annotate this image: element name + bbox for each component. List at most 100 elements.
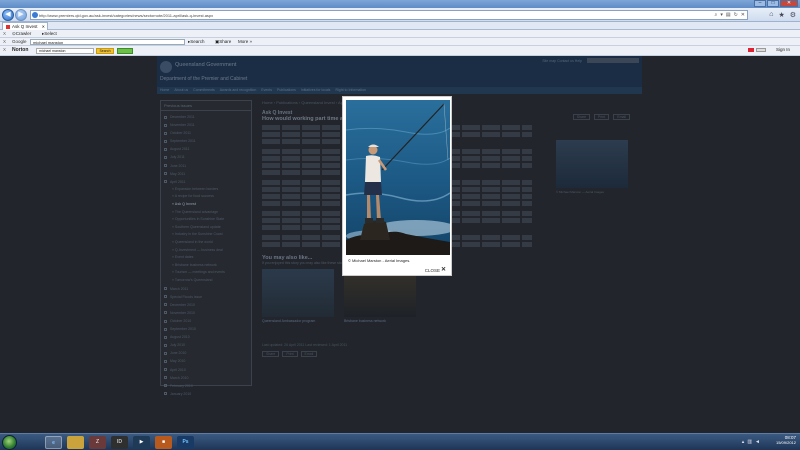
expand-icon[interactable] bbox=[164, 164, 167, 168]
related-thumbnail[interactable] bbox=[344, 269, 416, 317]
sidebar-item[interactable]: June 2011 bbox=[164, 162, 248, 170]
nav-item[interactable]: About us bbox=[174, 87, 188, 94]
expand-icon[interactable] bbox=[164, 376, 167, 380]
sign-in-button[interactable]: Sign In bbox=[776, 47, 790, 52]
expand-icon[interactable] bbox=[164, 303, 167, 307]
dropdown-icon[interactable]: ▾ bbox=[720, 12, 723, 18]
sidebar-item[interactable]: » Tomorrow's Queensland bbox=[164, 277, 248, 285]
nav-item[interactable]: Publications bbox=[277, 87, 296, 94]
share-button-bottom[interactable]: Share bbox=[262, 351, 280, 357]
home-icon[interactable]: ⌂ bbox=[769, 11, 773, 19]
photoshop-icon[interactable]: Ps bbox=[177, 436, 194, 449]
sidebar-item[interactable]: November 2010 bbox=[164, 309, 248, 317]
sidebar-item[interactable]: December 2010 bbox=[164, 301, 248, 309]
expand-icon[interactable] bbox=[164, 311, 167, 315]
sidebar-item[interactable]: Special Floods issue bbox=[164, 293, 248, 301]
sidebar-item[interactable]: July 2011 bbox=[164, 153, 248, 161]
gear-icon[interactable]: ⚙ bbox=[790, 11, 796, 19]
sidebar-item[interactable]: » Ask Q Invest bbox=[164, 201, 248, 209]
minimize-button[interactable]: – bbox=[754, 0, 766, 7]
sidebar-item[interactable]: » Q-Investment — business deal bbox=[164, 247, 248, 255]
google-search-input[interactable]: michael manston bbox=[30, 39, 185, 45]
sidebar-item[interactable]: October 2011 bbox=[164, 129, 248, 137]
browser-tab[interactable]: Ask Q Invest ✕ bbox=[2, 22, 48, 30]
expand-icon[interactable] bbox=[164, 123, 167, 127]
nav-item[interactable]: Commitments bbox=[193, 87, 215, 94]
address-bar[interactable]: http://www.premiers.qld.gov.au/ask-inves… bbox=[30, 10, 748, 20]
share-tool-button[interactable]: Share bbox=[572, 114, 591, 120]
sidebar-item[interactable]: » Brisbane business network bbox=[164, 262, 248, 270]
search-icon[interactable]: ⌕ bbox=[715, 12, 718, 18]
expand-icon[interactable] bbox=[164, 172, 167, 176]
favorites-icon[interactable]: ★ bbox=[778, 11, 784, 19]
expand-icon[interactable] bbox=[164, 351, 167, 355]
address-url[interactable]: http://www.premiers.qld.gov.au/ask-inves… bbox=[39, 13, 213, 18]
maximize-button[interactable]: □ bbox=[767, 0, 779, 7]
norton-toggle[interactable] bbox=[756, 48, 766, 52]
nav-item[interactable]: Initiatives for locals bbox=[301, 87, 331, 94]
sidebar-item[interactable]: August 2011 bbox=[164, 145, 248, 153]
email-tool-button[interactable]: Email bbox=[613, 114, 630, 120]
expand-icon[interactable] bbox=[164, 295, 167, 299]
norton-alert-icon[interactable] bbox=[748, 48, 754, 52]
stop-icon[interactable]: ✕ bbox=[741, 12, 745, 18]
sidebar-item[interactable]: January 2010 bbox=[164, 390, 248, 398]
related-caption[interactable]: Brisbane business network bbox=[344, 319, 416, 323]
sidebar-item[interactable]: » Industry in the Sunshine Coast bbox=[164, 231, 248, 239]
show-hidden-icon[interactable]: ▴ bbox=[742, 439, 745, 445]
sidebar-item[interactable]: February 2010 bbox=[164, 382, 248, 390]
sidebar-item[interactable]: March 2011 bbox=[164, 285, 248, 293]
close-toolbar-icon[interactable]: X bbox=[3, 39, 6, 44]
volume-icon[interactable]: ◄ bbox=[755, 439, 760, 445]
expand-icon[interactable] bbox=[164, 343, 167, 347]
nav-item[interactable]: Right to Information bbox=[335, 87, 366, 94]
nav-item[interactable]: Awards and recognition bbox=[220, 87, 257, 94]
article-photo[interactable] bbox=[556, 140, 628, 188]
sidebar-item[interactable]: » Opportunities in Sunshine State bbox=[164, 216, 248, 224]
norton-search-button[interactable]: Search bbox=[96, 48, 114, 54]
forward-icon[interactable]: ▶ bbox=[15, 9, 27, 21]
close-tab-icon[interactable]: ✕ bbox=[42, 24, 45, 29]
sidebar-item[interactable]: October 2010 bbox=[164, 317, 248, 325]
sidebar-item[interactable]: May 2011 bbox=[164, 170, 248, 178]
refresh-icon[interactable]: ↻ bbox=[734, 12, 738, 18]
zotero-icon[interactable]: Z bbox=[89, 436, 106, 449]
compatibility-icon[interactable]: ▤ bbox=[726, 12, 731, 18]
google-search-button[interactable]: ▸Search bbox=[188, 39, 205, 45]
sidebar-item[interactable]: » Expansion between borders bbox=[164, 186, 248, 194]
sidebar-item[interactable]: September 2010 bbox=[164, 325, 248, 333]
expand-icon[interactable] bbox=[164, 180, 167, 184]
clock[interactable]: 08:07 15/09/2012 bbox=[776, 435, 796, 445]
close-toolbar-icon[interactable]: X bbox=[3, 47, 6, 52]
norton-search-input[interactable]: michael manston bbox=[36, 48, 94, 54]
close-window-button[interactable]: ✕ bbox=[780, 0, 798, 7]
expand-icon[interactable] bbox=[164, 327, 167, 331]
print-tool-button[interactable]: Print bbox=[594, 114, 610, 120]
expand-icon[interactable] bbox=[164, 156, 167, 160]
email-button-bottom[interactable]: Email bbox=[300, 351, 318, 357]
expand-icon[interactable] bbox=[164, 359, 167, 363]
close-toolbar-icon[interactable]: X bbox=[3, 31, 6, 36]
expand-icon[interactable] bbox=[164, 368, 167, 372]
explorer-folder-icon[interactable] bbox=[67, 436, 84, 449]
app-icon[interactable]: ■ bbox=[155, 436, 172, 449]
sidebar-item[interactable]: June 2010 bbox=[164, 349, 248, 357]
more-button[interactable]: More » bbox=[238, 39, 252, 44]
nav-item[interactable]: Events bbox=[261, 87, 272, 94]
start-button[interactable] bbox=[2, 435, 17, 450]
expand-icon[interactable] bbox=[164, 319, 167, 323]
sidebar-item[interactable]: April 2011 bbox=[164, 178, 248, 186]
related-story[interactable]: Brisbane business network bbox=[344, 269, 416, 323]
sidebar-item[interactable]: May 2010 bbox=[164, 357, 248, 365]
internet-explorer-icon[interactable]: e bbox=[45, 436, 62, 449]
close-icon[interactable]: ✕ bbox=[441, 267, 446, 273]
sidebar-item[interactable]: December 2011 bbox=[164, 113, 248, 121]
expand-icon[interactable] bbox=[164, 287, 167, 291]
sidebar-item[interactable]: March 2010 bbox=[164, 374, 248, 382]
network-icon[interactable]: ▥ bbox=[747, 439, 752, 445]
sidebar-item[interactable]: » A recipe for food success bbox=[164, 193, 248, 201]
expand-icon[interactable] bbox=[164, 131, 167, 135]
crawler-button[interactable]: ⊙Crawler bbox=[12, 31, 31, 37]
sidebar-item[interactable]: » Tourism — meetings and events bbox=[164, 269, 248, 277]
related-story[interactable]: Queensland Ambassador program bbox=[262, 269, 334, 323]
